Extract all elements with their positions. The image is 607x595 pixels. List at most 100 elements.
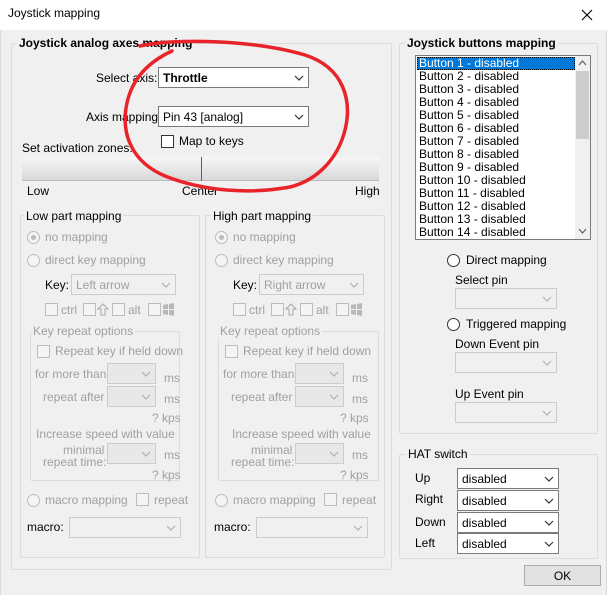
high-macro-repeat-checkbox[interactable] <box>324 493 337 506</box>
chevron-down-icon <box>325 371 343 377</box>
low-repeat-label: Repeat key if held down <box>55 344 184 358</box>
hat-group-title: HAT switch <box>406 447 470 461</box>
high-repeat-time-dropdown[interactable] <box>295 443 344 464</box>
windows-icon <box>351 303 362 316</box>
button-list-item[interactable]: Button 14 - disabled <box>417 226 575 239</box>
chevron-down-icon <box>349 525 367 531</box>
low-win-checkbox[interactable] <box>148 303 161 316</box>
low-ctrl-checkbox[interactable] <box>45 303 58 316</box>
low-macro-mapping-label: macro mapping <box>45 493 128 507</box>
low-ms3-label: ms <box>164 448 180 462</box>
scroll-up-icon[interactable] <box>578 60 587 66</box>
high-ctrl-checkbox[interactable] <box>233 303 246 316</box>
low-increase-speed-label: Increase speed with value <box>36 427 175 441</box>
low-no-mapping-radio[interactable] <box>27 231 40 244</box>
ok-button[interactable]: OK <box>524 565 601 586</box>
high-label: High <box>355 184 380 198</box>
chevron-down-icon <box>137 394 155 400</box>
analog-axes-group-title: Joystick analog axes mapping <box>17 36 195 50</box>
high-repeat-time-label: repeat time: <box>231 455 295 469</box>
low-for-more-than-dropdown[interactable] <box>107 363 156 384</box>
hat-down-dropdown[interactable]: disabled <box>457 512 559 533</box>
scroll-thumb[interactable] <box>576 71 589 139</box>
hat-up-value: disabled <box>462 471 507 486</box>
low-key-dropdown[interactable]: Left arrow <box>71 274 176 295</box>
low-repeat-after-dropdown[interactable] <box>107 386 156 407</box>
low-alt-checkbox[interactable] <box>112 303 125 316</box>
low-macro-repeat-checkbox[interactable] <box>136 493 149 506</box>
chevron-down-icon <box>345 282 363 288</box>
map-to-keys-checkbox[interactable] <box>161 135 174 148</box>
low-macro-dropdown[interactable] <box>69 517 181 538</box>
low-shift-checkbox[interactable] <box>83 303 96 316</box>
chevron-down-icon <box>538 296 556 302</box>
low-key-label: Key: <box>45 278 70 292</box>
down-event-pin-dropdown[interactable] <box>455 352 557 373</box>
hat-down-label: Down <box>415 515 446 529</box>
high-ms3-label: ms <box>352 448 368 462</box>
chevron-down-icon <box>538 360 556 366</box>
low-repeat-time-label: repeat time: <box>43 455 107 469</box>
high-repeat-after-label: repeat after <box>231 390 293 404</box>
hat-left-value: disabled <box>462 536 507 551</box>
low-repeat-time-dropdown[interactable] <box>107 443 156 464</box>
low-macro-repeat-label: repeat <box>154 493 189 507</box>
hat-up-dropdown[interactable]: disabled <box>457 468 559 489</box>
scroll-down-icon[interactable] <box>578 228 587 234</box>
high-key-dropdown[interactable]: Right arrow <box>259 274 364 295</box>
chevron-down-icon <box>137 371 155 377</box>
low-macro-label: macro: <box>27 520 64 534</box>
low-repeat-title: Key repeat options <box>31 324 136 338</box>
close-button[interactable] <box>567 0 607 30</box>
triggered-mapping-radio[interactable] <box>447 318 460 331</box>
activation-zones-label: Set activation zones: <box>22 141 133 155</box>
chevron-down-icon <box>162 525 180 531</box>
window-title: Joystick mapping <box>8 6 101 20</box>
high-ctrl-label: ctrl <box>249 303 265 317</box>
axis-mapping-label: Axis mapping: <box>86 110 162 124</box>
high-macro-label: macro: <box>214 520 251 534</box>
select-axis-dropdown[interactable]: Throttle <box>158 67 309 88</box>
hat-right-dropdown[interactable]: disabled <box>457 490 559 511</box>
ok-button-label: OK <box>553 568 572 583</box>
buttons-scrollbar[interactable] <box>575 56 590 239</box>
windows-icon <box>163 303 174 316</box>
buttons-list: Button 1 - disabled Button 2 - disabled Bu… <box>417 57 575 239</box>
chevron-down-icon <box>157 282 175 288</box>
chevron-down-icon <box>325 451 343 457</box>
low-macro-radio[interactable] <box>27 494 40 507</box>
high-direct-key-radio[interactable] <box>215 254 228 267</box>
chevron-down-icon <box>540 476 558 482</box>
hat-down-value: disabled <box>462 515 507 530</box>
title-bar: Joystick mapping <box>0 0 607 30</box>
hat-left-dropdown[interactable]: disabled <box>457 533 559 554</box>
axis-mapping-dropdown[interactable]: Pin 43 [analog] <box>158 106 309 127</box>
chevron-down-icon <box>325 394 343 400</box>
high-for-more-than-dropdown[interactable] <box>295 363 344 384</box>
high-key-value: Right arrow <box>264 277 326 292</box>
high-macro-radio[interactable] <box>215 494 228 507</box>
high-key-label: Key: <box>233 278 258 292</box>
high-alt-checkbox[interactable] <box>300 303 313 316</box>
up-event-pin-dropdown[interactable] <box>455 402 557 423</box>
high-no-mapping-radio[interactable] <box>215 231 228 244</box>
high-macro-dropdown[interactable] <box>256 517 368 538</box>
low-repeat-checkbox[interactable] <box>37 345 50 358</box>
low-ms2-label: ms <box>164 392 180 406</box>
select-axis-value: Throttle <box>163 70 208 85</box>
high-shift-checkbox[interactable] <box>271 303 284 316</box>
low-direct-key-radio[interactable] <box>27 254 40 267</box>
direct-mapping-radio[interactable] <box>447 254 460 267</box>
buttons-group-title: Joystick buttons mapping <box>405 36 558 50</box>
high-repeat-label: Repeat key if held down <box>243 344 372 358</box>
select-pin-dropdown[interactable] <box>455 288 557 309</box>
high-repeat-checkbox[interactable] <box>225 345 238 358</box>
buttons-listbox[interactable]: Button 1 - disabled Button 2 - disabled Bu… <box>415 55 591 240</box>
high-no-mapping-label: no mapping <box>233 230 296 244</box>
chevron-down-icon <box>540 520 558 526</box>
center-label: Center <box>182 184 219 198</box>
high-repeat-after-dropdown[interactable] <box>295 386 344 407</box>
high-win-checkbox[interactable] <box>336 303 349 316</box>
low-kps2-label: ? kps <box>152 468 181 482</box>
axis-mapping-value: Pin 43 [analog] <box>163 109 244 124</box>
